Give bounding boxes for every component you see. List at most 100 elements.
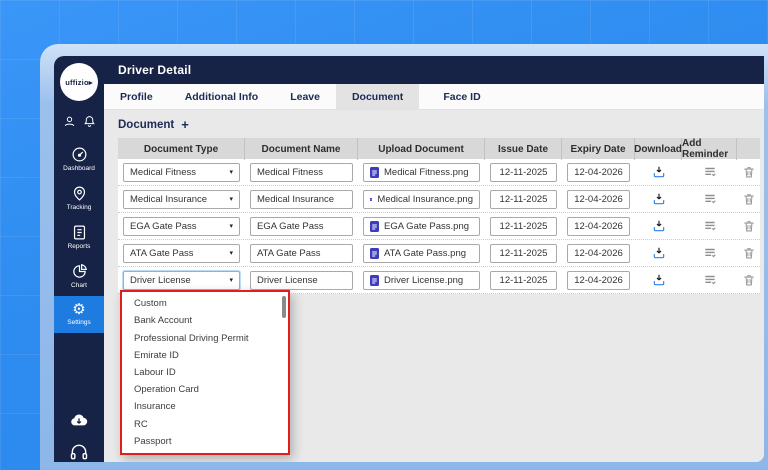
file-icon <box>370 167 379 178</box>
download-button[interactable] <box>652 246 666 260</box>
download-button[interactable] <box>652 219 666 233</box>
add-reminder-button[interactable] <box>703 246 717 260</box>
tracking-icon <box>71 185 88 202</box>
add-reminder-button[interactable] <box>703 219 717 233</box>
delete-button[interactable] <box>742 192 756 206</box>
reminder-icon <box>703 192 717 206</box>
document-type-select[interactable]: Medical Insurance▾ <box>123 190 240 209</box>
download-button[interactable] <box>652 165 666 179</box>
document-name-input[interactable]: Medical Fitness <box>250 163 353 182</box>
delete-button[interactable] <box>742 219 756 233</box>
issue-date-value: 12-11-2025 <box>500 167 548 178</box>
sidebar-item-settings[interactable]: ⚙ Settings <box>54 296 104 333</box>
add-reminder-button[interactable] <box>703 273 717 287</box>
dropdown-option-professional-driving-permit[interactable]: Professional Driving Permit <box>122 329 288 346</box>
upload-document-field[interactable]: Medical Fitness.png <box>363 163 480 182</box>
dropdown-option-labour-id[interactable]: Labour ID <box>122 364 288 381</box>
col-actions <box>737 138 760 160</box>
download-button[interactable] <box>652 192 666 206</box>
upload-document-field[interactable]: Medical Insurance.png <box>363 190 480 209</box>
dropdown-scrollbar-thumb[interactable] <box>282 296 286 318</box>
sidebar-item-label: Tracking <box>67 204 92 211</box>
delete-button[interactable] <box>742 246 756 260</box>
expiry-date-value: 12-04-2026 <box>574 194 623 205</box>
delete-button[interactable] <box>742 273 756 287</box>
headset-icon[interactable] <box>69 442 89 462</box>
dropdown-option-insurance[interactable]: Insurance <box>122 398 288 415</box>
add-reminder-button[interactable] <box>703 165 717 179</box>
chevron-down-icon: ▾ <box>229 196 233 203</box>
dropdown-option-passport[interactable]: Passport <box>122 433 288 450</box>
cloud-download-icon[interactable] <box>69 410 89 430</box>
document-name-input[interactable]: EGA Gate Pass <box>250 217 353 236</box>
upload-document-field[interactable]: Driver License.png <box>363 271 480 290</box>
document-name-input[interactable]: Medical Insurance <box>250 190 353 209</box>
main-area: Driver Detail Profile Additional Info Le… <box>104 56 764 462</box>
download-icon <box>652 246 666 260</box>
tab-profile[interactable]: Profile <box>104 84 169 109</box>
document-name-value: EGA Gate Pass <box>257 221 324 232</box>
sidebar-item-tracking[interactable]: Tracking <box>54 179 104 218</box>
issue-date-value: 12-11-2025 <box>500 275 548 286</box>
bell-icon[interactable] <box>83 115 96 128</box>
download-button[interactable] <box>652 273 666 287</box>
expiry-date-input[interactable]: 12-04-2026 <box>567 163 630 182</box>
table-header-row: Document Type Document Name Upload Docum… <box>118 138 760 159</box>
document-type-select-open[interactable]: Driver License▾ <box>123 271 240 290</box>
table-row: ATA Gate Pass▾ ATA Gate Pass ATA Gate Pa… <box>118 240 760 267</box>
file-icon <box>370 194 372 205</box>
sidebar-item-reports[interactable]: Reports <box>54 218 104 257</box>
app-window: uffizio▸ Dashboard Tracking Reports <box>54 56 764 462</box>
expiry-date-input[interactable]: 12-04-2026 <box>567 271 630 290</box>
dropdown-option-operation-card[interactable]: Operation Card <box>122 381 288 398</box>
expiry-date-input[interactable]: 12-04-2026 <box>567 244 630 263</box>
issue-date-input[interactable]: 12-11-2025 <box>490 271 557 290</box>
issue-date-input[interactable]: 12-11-2025 <box>490 217 557 236</box>
trash-icon <box>742 165 756 179</box>
add-reminder-button[interactable] <box>703 192 717 206</box>
dropdown-option-bank-account[interactable]: Bank Account <box>122 312 288 329</box>
document-name-value: Driver License <box>257 275 318 286</box>
document-name-value: Medical Fitness <box>257 167 323 178</box>
sidebar-item-chart[interactable]: Chart <box>54 257 104 296</box>
issue-date-value: 12-11-2025 <box>500 221 548 232</box>
document-type-select[interactable]: Medical Fitness ▾ <box>123 163 240 182</box>
document-type-select[interactable]: ATA Gate Pass▾ <box>123 244 240 263</box>
chevron-down-icon: ▾ <box>229 169 233 176</box>
document-name-input[interactable]: Driver License <box>250 271 353 290</box>
dropdown-option-custom[interactable]: Custom <box>122 295 288 312</box>
add-document-button[interactable]: + <box>181 117 189 132</box>
page-header: Driver Detail <box>104 56 764 84</box>
document-type-value: EGA Gate Pass <box>130 221 197 232</box>
expiry-date-input[interactable]: 12-04-2026 <box>567 217 630 236</box>
col-download: Download <box>635 138 682 160</box>
sidebar-item-dashboard[interactable]: Dashboard <box>54 140 104 179</box>
settings-gear-icon: ⚙ <box>72 302 85 317</box>
document-type-value: ATA Gate Pass <box>130 248 194 259</box>
tab-bar: Profile Additional Info Leave Document F… <box>104 84 764 110</box>
tab-leave[interactable]: Leave <box>274 84 336 109</box>
table-row: Medical Insurance▾ Medical Insurance Med… <box>118 186 760 213</box>
trash-icon <box>742 219 756 233</box>
sidebar-quick-icons <box>63 115 96 128</box>
document-type-select[interactable]: EGA Gate Pass▾ <box>123 217 240 236</box>
upload-document-field[interactable]: EGA Gate Pass.png <box>363 217 480 236</box>
sidebar-item-label: Settings <box>67 319 91 326</box>
upload-document-field[interactable]: ATA Gate Pass.png <box>363 244 480 263</box>
issue-date-input[interactable]: 12-11-2025 <box>490 244 557 263</box>
delete-button[interactable] <box>742 165 756 179</box>
dropdown-option-rc[interactable]: RC <box>122 416 288 433</box>
dropdown-option-emirate-id[interactable]: Emirate ID <box>122 347 288 364</box>
sidebar-nav: Dashboard Tracking Reports Chart ⚙ Setti… <box>54 140 104 333</box>
document-type-value: Medical Fitness <box>130 167 196 178</box>
tab-face-id[interactable]: Face ID <box>427 84 496 109</box>
issue-date-input[interactable]: 12-11-2025 <box>490 163 557 182</box>
document-name-input[interactable]: ATA Gate Pass <box>250 244 353 263</box>
issue-date-input[interactable]: 12-11-2025 <box>490 190 557 209</box>
tab-additional-info[interactable]: Additional Info <box>169 84 275 109</box>
expiry-date-input[interactable]: 12-04-2026 <box>567 190 630 209</box>
user-icon[interactable] <box>63 115 76 128</box>
upload-file-name: EGA Gate Pass.png <box>384 221 469 232</box>
expiry-date-value: 12-04-2026 <box>574 167 623 178</box>
tab-document[interactable]: Document <box>336 84 419 109</box>
